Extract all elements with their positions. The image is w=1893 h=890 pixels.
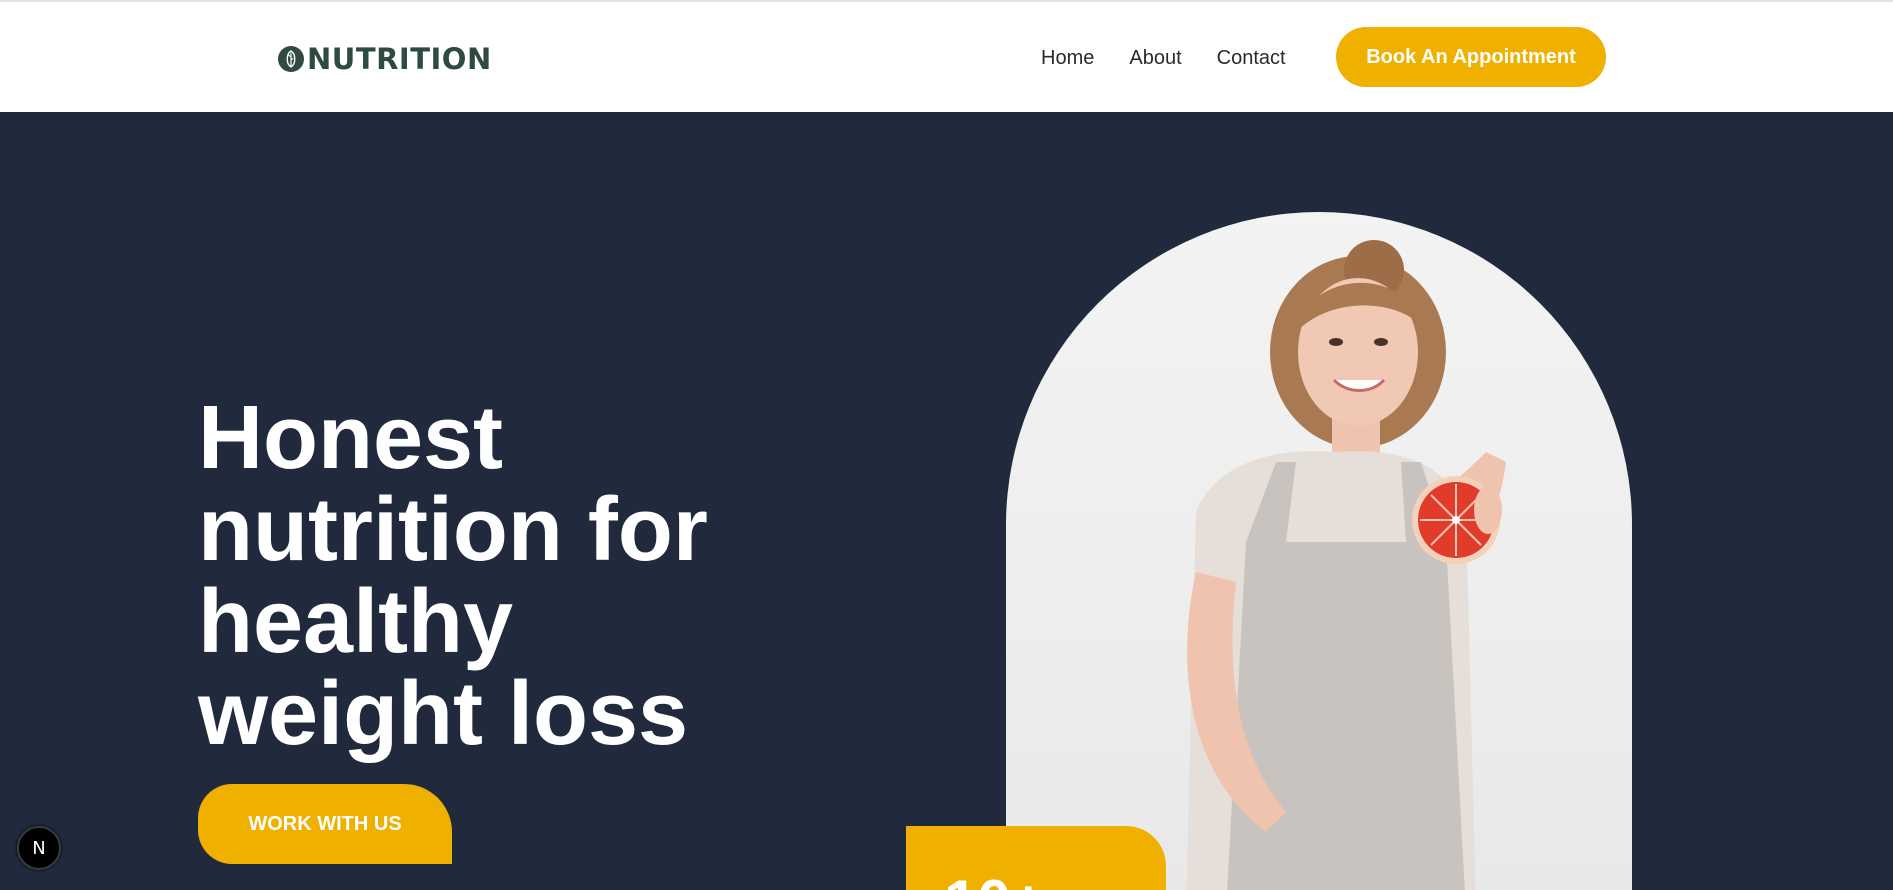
- nextjs-icon[interactable]: N: [17, 826, 61, 870]
- book-appointment-button[interactable]: Book An Appointment: [1336, 27, 1606, 87]
- site-header: NUTRITION Home About Contact Book An App…: [0, 2, 1893, 112]
- nav-link-contact[interactable]: Contact: [1217, 46, 1286, 70]
- work-with-us-button[interactable]: WORK WITH US: [198, 784, 452, 864]
- hero-title: Honest nutrition for healthy weight loss: [198, 388, 708, 764]
- nav-link-about[interactable]: About: [1129, 46, 1181, 70]
- stat-card: 10+: [906, 826, 1166, 890]
- brand-logo[interactable]: NUTRITION: [278, 42, 492, 76]
- nav-link-home[interactable]: Home: [1041, 46, 1094, 70]
- hero-image: [1006, 212, 1632, 890]
- brand-name: NUTRITION: [307, 42, 492, 76]
- stat-number: 10+: [944, 872, 1046, 890]
- dev-badge-label: N: [32, 837, 46, 859]
- main-nav: Home About Contact: [1041, 46, 1286, 70]
- leaf-icon: [278, 46, 304, 72]
